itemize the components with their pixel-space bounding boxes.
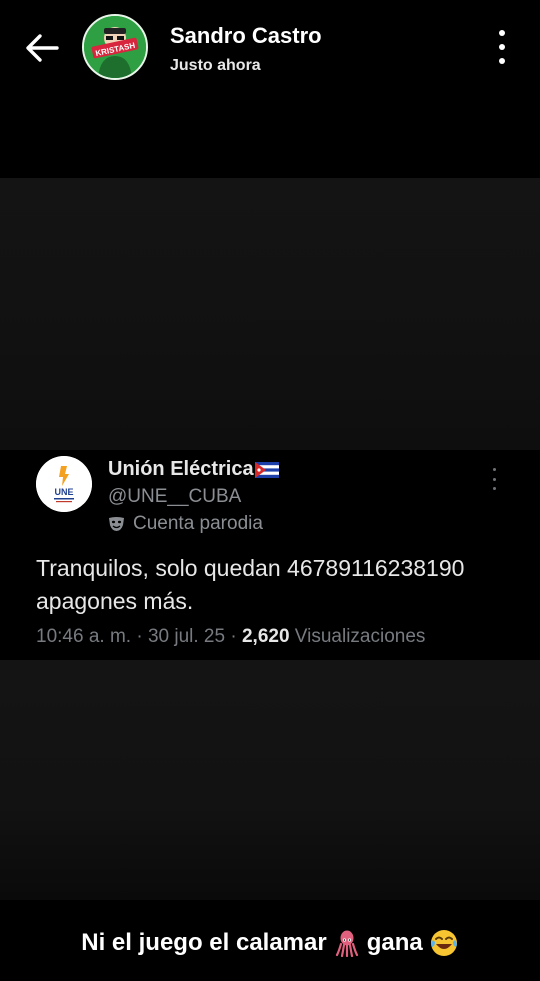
- parody-mask-icon: [108, 516, 125, 532]
- dot-icon: [499, 44, 505, 50]
- image-top-area: [0, 178, 540, 450]
- tweet-meta: 10:46 a. m. · 30 jul. 25 · 2,620 Visuali…: [36, 626, 426, 647]
- parody-label-text: Cuenta parodia: [133, 513, 263, 534]
- account-name-text: Unión Eléctrica: [108, 458, 254, 480]
- story-header: KRISTASH Sandro Castro Justo ahora: [0, 0, 540, 95]
- parody-label: Cuenta parodia: [108, 513, 263, 535]
- post-time: Justo ahora: [170, 57, 261, 74]
- tweet-text: Tranquilos, solo quedan 46789116238190 a…: [36, 555, 465, 614]
- une-avatar: UNE: [36, 456, 92, 512]
- dot-icon: [499, 30, 505, 36]
- back-button[interactable]: [22, 30, 62, 66]
- tweet-account-name: Unión Eléctrica: [108, 458, 279, 481]
- laughing-crying-emoji-icon: [429, 928, 459, 958]
- image-bottom-area: [0, 660, 540, 900]
- more-options-button[interactable]: [490, 30, 514, 64]
- tweet-handle: @UNE__CUBA: [108, 486, 242, 507]
- caption-text-part2: gana: [366, 929, 423, 956]
- cuba-flag-icon: [254, 461, 279, 478]
- squid-emoji-icon: [333, 929, 361, 957]
- tweet-views-label: Visualizaciones: [294, 626, 426, 647]
- svg-text:UNE: UNE: [54, 487, 73, 497]
- tweet-views-count: 2,620: [241, 626, 290, 647]
- story-caption: Ni el juego el calamar gana: [0, 928, 540, 958]
- arrow-left-icon: [26, 34, 59, 62]
- tweet-date: 30 jul. 25: [147, 626, 226, 647]
- poster-avatar[interactable]: KRISTASH: [82, 14, 148, 80]
- poster-name[interactable]: Sandro Castro: [170, 23, 322, 49]
- kristash-avatar-image: KRISTASH: [84, 16, 146, 78]
- tweet-more-icon: [489, 468, 499, 490]
- tweet-time: 10:46 a. m.: [36, 626, 132, 647]
- une-logo-icon: UNE: [36, 456, 92, 512]
- caption-text-part1: Ni el juego el calamar: [81, 929, 327, 956]
- dot-icon: [499, 58, 505, 64]
